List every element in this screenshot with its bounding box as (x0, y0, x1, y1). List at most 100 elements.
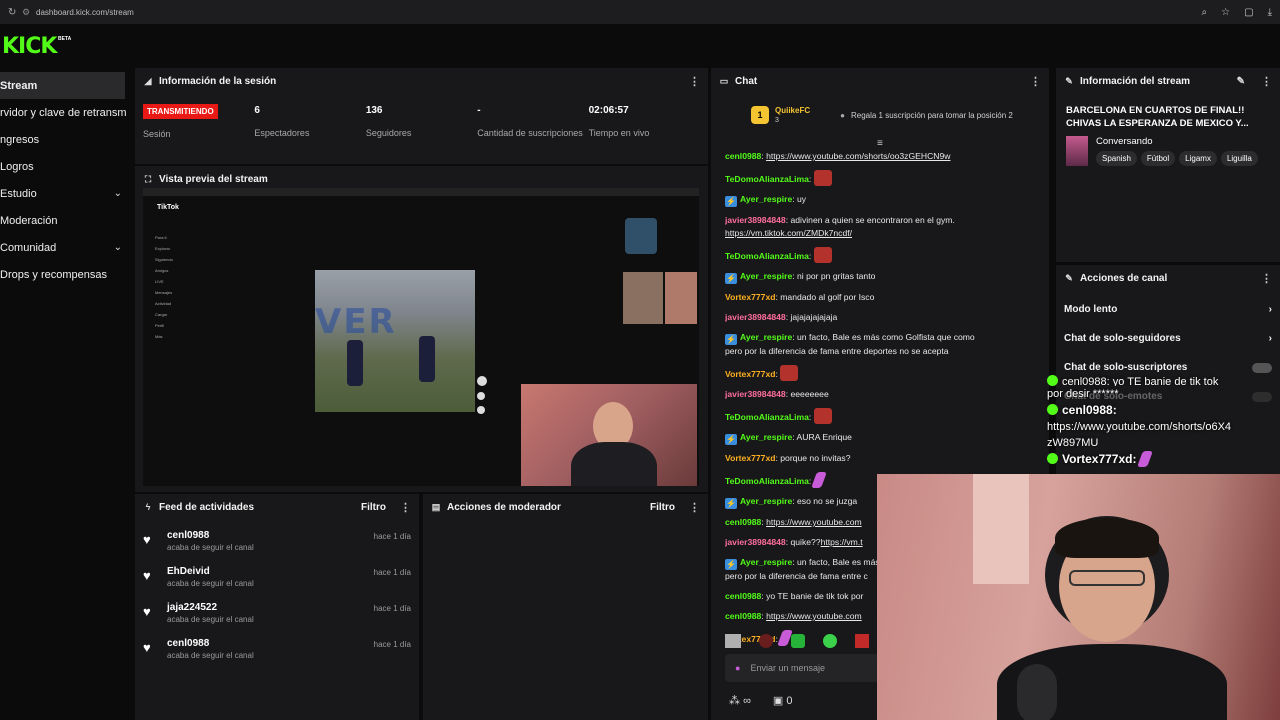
site-settings-icon[interactable]: ⚙ (22, 7, 36, 18)
chat-text: pero por la diferencia de fama entre c (725, 571, 868, 581)
webcam-feed (521, 384, 697, 486)
sidebar-item-community[interactable]: Comunidad ⌄ (0, 234, 134, 261)
streamer-hair (1055, 518, 1159, 558)
chat-username[interactable]: javier38984848 (725, 389, 786, 399)
users-icon[interactable]: ⁂ (729, 695, 740, 707)
activity-feed-panel: ϟ Feed de actividades Filtro ⋮ ♥ cenl098… (135, 494, 419, 720)
tiktok-logo: TikTok (157, 204, 179, 211)
activity-filter-button[interactable]: Filtro (361, 502, 386, 513)
emote-icon[interactable] (725, 634, 741, 648)
more-options-icon[interactable]: ⋮ (1030, 75, 1041, 88)
zoom-icon[interactable]: ⌕ (1202, 7, 1208, 18)
extensions-icon[interactable]: ▢ (1244, 7, 1253, 18)
rank-badge: 1 (751, 106, 769, 124)
top-gifter-count: 3 (775, 117, 779, 124)
chat-username[interactable]: Ayer_respire (740, 194, 792, 204)
more-options-icon[interactable]: ⋮ (400, 501, 411, 514)
chat-text: quike?? (790, 537, 821, 547)
reload-icon[interactable]: ↻ (8, 7, 22, 18)
chat-username[interactable]: javier38984848 (725, 537, 786, 547)
chat-username[interactable]: TeDomoAlianzaLima (725, 174, 809, 184)
channel-actions-title: Acciones de canal (1080, 272, 1168, 284)
gift-sub-prompt: Regala 1 suscripción para tomar la posic… (850, 110, 1013, 120)
player-figure (347, 340, 363, 386)
gift-icon[interactable]: ▣ (773, 695, 783, 707)
followers-only-row[interactable]: Chat de solo-seguidores › (1056, 324, 1280, 353)
sidebar-item-studio[interactable]: Estudio ⌄ (0, 180, 134, 207)
chat-username[interactable]: TeDomoAlianzaLima (725, 412, 809, 422)
emote-icon[interactable] (791, 634, 805, 648)
kick-logo[interactable]: KICK (2, 34, 57, 59)
emote-icon[interactable] (823, 634, 837, 648)
toggle-switch[interactable] (1252, 362, 1272, 373)
tag[interactable]: Liguilla (1220, 151, 1258, 166)
chat-message-input[interactable]: ● Enviar un mensaje (725, 654, 885, 682)
moderator-actions-panel: ▤ Acciones de moderador Filtro ⋮ (423, 494, 708, 720)
chat-username[interactable]: Ayer_respire (740, 332, 792, 342)
chat-link[interactable]: https://www.youtube.com (766, 517, 862, 527)
more-options-icon[interactable]: ⋮ (689, 75, 700, 88)
pin-handle-icon[interactable]: ≡ (877, 138, 883, 149)
chat-username[interactable]: Ayer_respire (740, 557, 792, 567)
chat-message: TeDomoAlianzaLima: (725, 170, 975, 186)
sidebar-item-drops[interactable]: Drops y recompensas (0, 261, 134, 288)
chat-link[interactable]: https://www.youtube.com (766, 611, 862, 621)
list-item: ♥ cenl0988 acaba de seguir el canal hace … (135, 524, 419, 560)
chat-username[interactable]: cenl0988 (725, 151, 761, 161)
stat-session: TRANSMITIENDO Sesión (143, 104, 254, 139)
lightning-badge-icon: ⚡ (725, 434, 737, 445)
chat-link[interactable]: https://vm.t (821, 537, 863, 547)
top-gifter-name[interactable]: QuiikeFC (775, 106, 810, 115)
top-bar (0, 24, 1280, 68)
chat-link[interactable]: https://vm.tiktok.com/ZMDk7ncdf/ (725, 228, 852, 238)
chat-username[interactable]: Vortex777xd (725, 369, 775, 379)
stream-preview-video[interactable]: TikTok Para ti Explorar Siguiendo Amigos… (143, 188, 699, 486)
sidebar-item-moderation[interactable]: Moderación (0, 207, 134, 234)
download-icon[interactable]: ⤓ (1268, 7, 1272, 18)
sidebar: Stream rvidor y clave de retransm ngreso… (0, 72, 134, 720)
category-name[interactable]: Conversando (1096, 136, 1258, 147)
category-thumbnail (1066, 136, 1088, 166)
chat-message: TeDomoAlianzaLima: (725, 408, 975, 424)
chat-link[interactable]: https://www.youtube.com/shorts/oo3zGEHCN… (766, 151, 950, 161)
chat-username[interactable]: javier38984848 (725, 215, 786, 225)
chat-username[interactable]: javier38984848 (725, 312, 786, 322)
emote-icon[interactable] (759, 634, 773, 648)
more-options-icon[interactable]: ⋮ (689, 501, 700, 514)
tag[interactable]: Fútbol (1140, 151, 1176, 166)
moderator-filter-button[interactable]: Filtro (650, 502, 675, 513)
tag[interactable]: Ligamx (1179, 151, 1217, 166)
chat-username[interactable]: cenl0988 (725, 611, 761, 621)
sidebar-item-income[interactable]: ngresos (0, 126, 134, 153)
activity-feed-title: Feed de actividades (159, 501, 255, 513)
sidebar-item-stream[interactable]: Stream (0, 72, 125, 99)
emote-icon[interactable] (855, 634, 869, 648)
session-info-title: Información de la sesión (159, 75, 277, 87)
chat-username[interactable]: TeDomoAlianzaLima (725, 476, 809, 486)
tag[interactable]: Spanish (1096, 151, 1137, 166)
address-bar[interactable]: dashboard.kick.com/stream (36, 8, 1202, 17)
chat-username[interactable]: Vortex777xd (725, 453, 775, 463)
chat-text: eeeeeeee (790, 389, 829, 399)
microphone-icon[interactable]: ● (735, 663, 740, 673)
chat-username[interactable]: cenl0988 (725, 591, 761, 601)
more-options-icon[interactable]: ⋮ (1261, 272, 1272, 285)
stat-subs: - Cantidad de suscripciones (477, 105, 583, 138)
chat-username[interactable]: Vortex777xd (725, 292, 775, 302)
more-options-icon[interactable]: ⋮ (1261, 75, 1272, 88)
chat-text: un facto, Bale es más como Golfista que … (797, 332, 975, 342)
stream-info-panel: ✎ Información del stream ✎ ⋮ BARCELONA E… (1056, 68, 1280, 262)
info-icon: ● (840, 110, 845, 120)
slow-mode-row[interactable]: Modo lento › (1056, 295, 1280, 324)
signal-icon: ◢ (144, 75, 152, 86)
chat-username[interactable]: cenl0988 (725, 517, 761, 527)
bookmark-star-icon[interactable]: ☆ (1221, 7, 1230, 18)
sidebar-item-server[interactable]: rvidor y clave de retransm (0, 99, 134, 126)
edit-pencil-icon[interactable]: ✎ (1237, 76, 1245, 87)
chat-username[interactable]: Ayer_respire (740, 496, 792, 506)
chat-username[interactable]: TeDomoAlianzaLima (725, 251, 809, 261)
sidebar-item-achievements[interactable]: Logros (0, 153, 134, 180)
microphone (1017, 664, 1057, 720)
chat-username[interactable]: Ayer_respire (740, 271, 792, 281)
chat-username[interactable]: Ayer_respire (740, 432, 792, 442)
